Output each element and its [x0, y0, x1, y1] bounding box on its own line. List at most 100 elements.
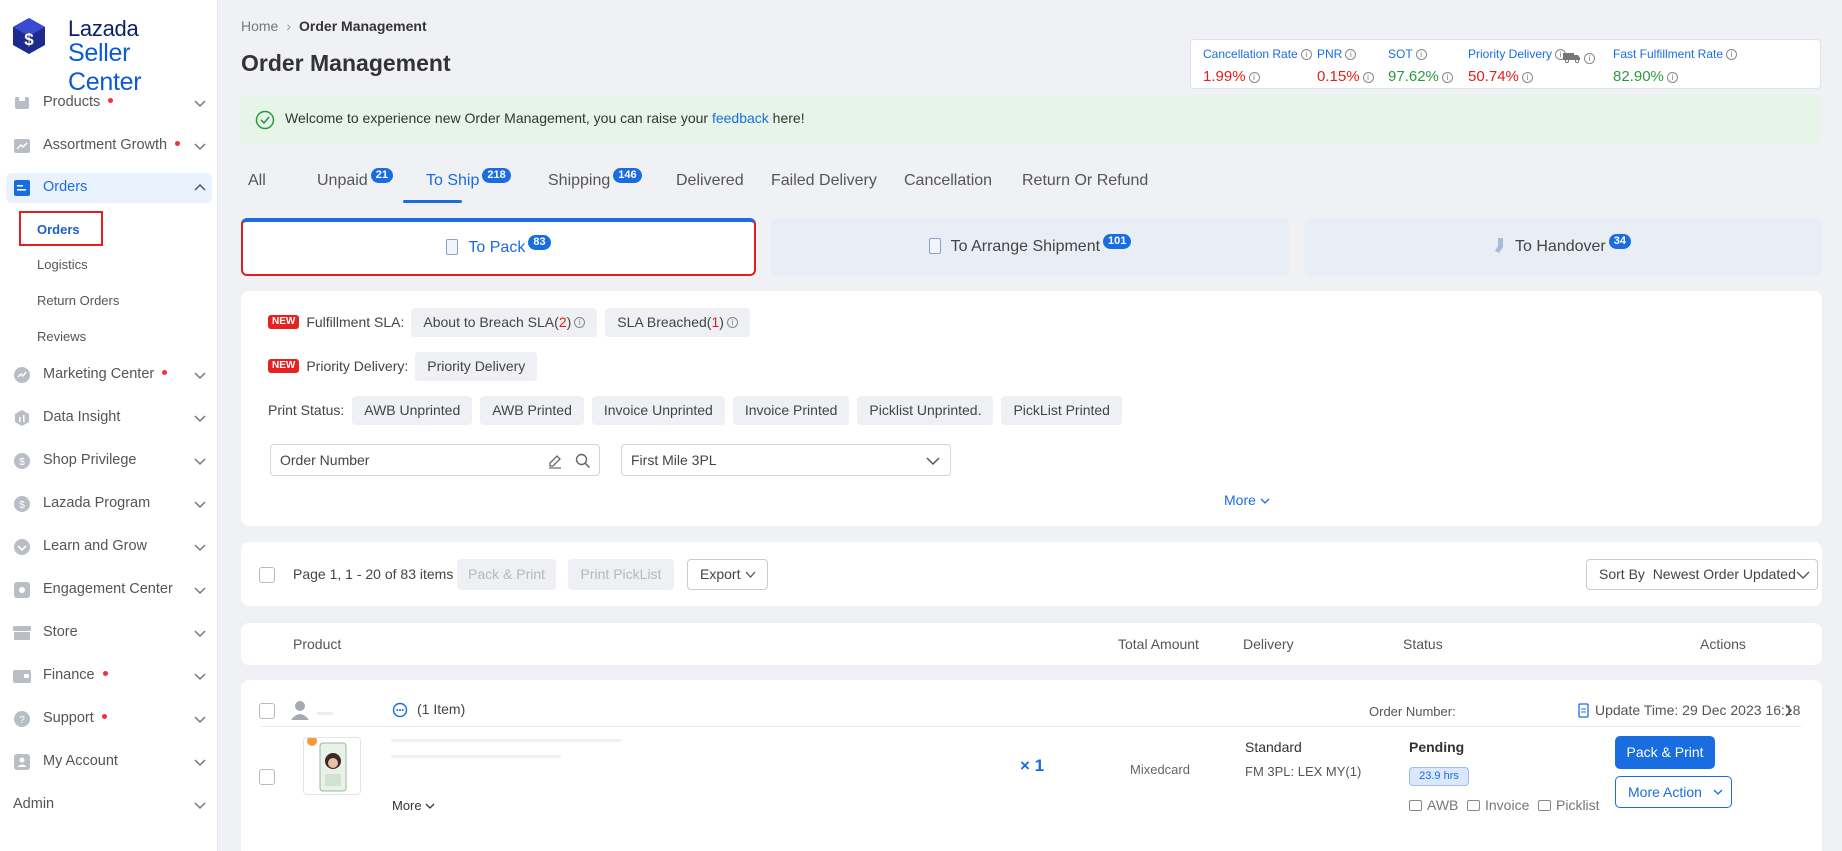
tab-cancellation[interactable]: Cancellation	[904, 172, 992, 190]
tab-label: Cancellation	[904, 172, 993, 189]
sidebar-item-engagement-center[interactable]: Engagement Center	[0, 575, 218, 605]
search-icon[interactable]	[575, 453, 591, 469]
tab-delivered[interactable]: Delivered	[676, 172, 744, 190]
order-list-toolbar: Page 1, 1 - 20 of 83 items Pack & Print …	[241, 542, 1822, 606]
sidebar-item-assortment-growth[interactable]: Assortment Growth	[0, 131, 218, 161]
info-icon[interactable]: i	[1415, 49, 1427, 61]
filter-chip-picklist-unprinted[interactable]: Picklist Unprinted.	[857, 395, 994, 425]
info-icon[interactable]: i	[1345, 49, 1357, 61]
print-picklist-button[interactable]: Print PickList	[568, 559, 674, 590]
filter-chip-priority-delivery[interactable]: Priority Delivery	[415, 351, 538, 381]
metric-cancellation-rate[interactable]: Cancellation Rate i 1.99% i	[1203, 47, 1312, 85]
breadcrumb-home[interactable]: Home	[241, 18, 278, 34]
banner-text-end: here!	[768, 110, 805, 126]
sidebar-item-shop-privilege[interactable]: $ Shop Privilege	[0, 446, 218, 476]
pack-print-button[interactable]: Pack & Print	[457, 559, 556, 590]
more-action-button[interactable]: More Action	[1615, 776, 1732, 808]
info-icon[interactable]: i	[1300, 49, 1312, 61]
item-checkbox[interactable]	[259, 769, 275, 785]
sidebar-item-marketing-center[interactable]: Marketing Center	[0, 360, 218, 390]
info-icon[interactable]: i	[574, 317, 586, 329]
chevron-right-icon[interactable]	[1784, 704, 1793, 717]
sidebar-subitem-return-orders[interactable]: Return Orders	[37, 293, 119, 308]
wallet-icon	[13, 668, 31, 684]
metric-fast-fulfillment-rate[interactable]: Fast Fulfillment Rate i 82.90% i	[1613, 47, 1738, 85]
sort-by-select[interactable]: Sort By Newest Order Updated	[1586, 559, 1818, 590]
tab-shipping[interactable]: Shipping 146	[548, 168, 642, 190]
metric-pnr[interactable]: PNR i 0.15% i	[1317, 47, 1374, 85]
more-label: More	[1224, 492, 1256, 508]
tab-all[interactable]: All	[248, 172, 266, 190]
sidebar-item-finance[interactable]: Finance	[0, 661, 218, 691]
product-thumbnail[interactable]	[303, 737, 361, 795]
subtab-to-arrange-shipment[interactable]: To Arrange Shipment 101	[771, 218, 1289, 276]
sidebar-item-data-insight[interactable]: Data Insight	[0, 403, 218, 433]
info-icon[interactable]: i	[1666, 71, 1678, 83]
filter-chip-awb-unprinted[interactable]: AWB Unprinted	[352, 395, 473, 425]
filter-label: Fulfillment SLA:	[306, 314, 405, 330]
feedback-link[interactable]: feedback	[712, 110, 769, 126]
sidebar-item-label: Data Insight	[43, 409, 121, 425]
tab-label: All	[248, 172, 266, 189]
product-sku-redacted	[391, 755, 561, 758]
sidebar-item-orders[interactable]: Orders	[6, 173, 212, 203]
info-icon[interactable]: i	[726, 317, 738, 329]
pagination-info: Page 1, 1 - 20 of 83 items	[293, 566, 454, 582]
order-checkbox[interactable]	[259, 703, 275, 719]
trend-icon	[13, 138, 31, 154]
tab-unpaid[interactable]: Unpaid 21	[317, 168, 393, 190]
sidebar-item-lazada-program[interactable]: $ Lazada Program	[0, 489, 218, 519]
sidebar-item-support[interactable]: ? Support	[0, 704, 218, 734]
select-all-checkbox[interactable]	[259, 567, 275, 583]
chevron-down-icon	[194, 458, 206, 466]
info-icon[interactable]: i	[1584, 53, 1595, 65]
chat-icon[interactable]	[392, 702, 408, 718]
banner-text: Welcome to experience new Order Manageme…	[285, 110, 712, 126]
tab-failed-delivery[interactable]: Failed Delivery	[771, 172, 877, 190]
lazada-logo[interactable]: $ Lazada Seller Center	[9, 14, 209, 96]
sidebar-item-store[interactable]: Store	[0, 618, 218, 648]
sidebar-subitem-logistics[interactable]: Logistics	[37, 257, 88, 272]
item-more-toggle[interactable]: More	[392, 798, 435, 813]
status-label: Pending	[1409, 739, 1465, 755]
print-invoice-link[interactable]: Invoice	[1467, 797, 1529, 813]
items-count: (1 Item)	[417, 701, 466, 717]
breadcrumb-separator-icon: ›	[286, 18, 292, 34]
sidebar-item-my-account[interactable]: My Account	[0, 747, 218, 777]
export-button[interactable]: Export	[687, 559, 768, 590]
breadcrumb: Home › Order Management	[241, 18, 427, 34]
filter-chip-picklist-printed[interactable]: PickList Printed	[1001, 395, 1122, 425]
sidebar-subitem-orders[interactable]: Orders	[19, 211, 103, 246]
filter-chip-about-to-breach[interactable]: About to Breach SLA(2) i	[411, 307, 598, 337]
tab-to-ship[interactable]: To Ship 218	[426, 168, 511, 190]
info-icon[interactable]: i	[1726, 49, 1738, 61]
filter-chip-sla-breached[interactable]: SLA Breached(1) i	[605, 307, 750, 337]
filter-chip-invoice-unprinted[interactable]: Invoice Unprinted	[591, 395, 725, 425]
edit-icon[interactable]	[547, 453, 563, 469]
metric-delivery-truck[interactable]: i	[1563, 50, 1595, 68]
tab-label: Return Or Refund	[1022, 172, 1149, 189]
sidebar-item-label: Shop Privilege	[43, 452, 137, 468]
metric-sot[interactable]: SOT i 97.62% i	[1388, 47, 1453, 85]
info-icon[interactable]: i	[1248, 71, 1260, 83]
sidebar-item-learn-and-grow[interactable]: Learn and Grow	[0, 532, 218, 562]
sidebar-item-products[interactable]: Products	[0, 88, 218, 118]
metric-priority-delivery[interactable]: Priority Delivery i 50.74% i	[1468, 47, 1567, 85]
subtab-to-handover[interactable]: To Handover 34	[1304, 218, 1822, 276]
order-status-tabs: All Unpaid 21 To Ship 218 Shipping 146 Deli…	[241, 164, 1441, 204]
sidebar-subitem-reviews[interactable]: Reviews	[37, 329, 86, 344]
print-awb-link[interactable]: AWB	[1409, 797, 1458, 813]
first-mile-3pl-select[interactable]: First Mile 3PL	[621, 444, 951, 476]
more-filters-link[interactable]: More	[1224, 492, 1270, 508]
tab-return-or-refund[interactable]: Return Or Refund	[1022, 172, 1148, 190]
info-icon[interactable]: i	[1521, 71, 1533, 83]
subtab-to-pack[interactable]: To Pack 83	[241, 218, 756, 276]
pack-and-print-button[interactable]: Pack & Print	[1615, 736, 1715, 769]
info-icon[interactable]: i	[1441, 71, 1453, 83]
filter-chip-awb-printed[interactable]: AWB Printed	[480, 395, 584, 425]
info-icon[interactable]: i	[1362, 71, 1374, 83]
order-number-input[interactable]: Order Number	[270, 444, 600, 476]
print-picklist-link[interactable]: Picklist	[1538, 797, 1600, 813]
filter-chip-invoice-printed[interactable]: Invoice Printed	[732, 395, 850, 425]
sidebar-item-admin[interactable]: Admin	[0, 790, 218, 820]
